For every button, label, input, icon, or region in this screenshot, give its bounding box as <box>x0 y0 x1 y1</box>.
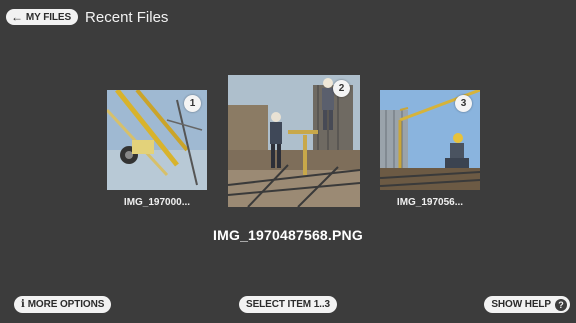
help-icon: ? <box>555 298 567 311</box>
more-options-button[interactable]: i MORE OPTIONS <box>14 296 112 313</box>
arrow-left-icon: ← <box>11 10 23 24</box>
thumbnail-3[interactable]: 3 <box>380 90 480 190</box>
item-number-badge: 2 <box>333 80 350 97</box>
thumbnail-2-selected[interactable]: 2 <box>228 75 360 207</box>
item-number-badge: 1 <box>184 95 201 112</box>
page-title: Recent Files <box>85 8 169 26</box>
select-item-label: SELECT ITEM 1..3 <box>246 299 330 310</box>
thumbnail-1[interactable]: 1 <box>107 90 207 190</box>
select-item-button[interactable]: SELECT ITEM 1..3 <box>239 296 337 313</box>
selected-filename: IMG_1970487568.PNG <box>213 227 363 243</box>
my-files-label: MY FILES <box>25 11 72 23</box>
show-help-button[interactable]: SHOW HELP ? <box>484 296 570 313</box>
item-number-badge: 3 <box>455 95 472 112</box>
thumbnail-1-caption: IMG_197000... <box>123 197 191 208</box>
header-bar: ← MY FILES Recent Files <box>6 7 168 27</box>
my-files-button[interactable]: ← MY FILES <box>6 9 79 25</box>
more-options-label: MORE OPTIONS <box>27 299 105 310</box>
thumbnail-3-caption: IMG_197056... <box>396 197 464 208</box>
show-help-label: SHOW HELP <box>491 299 551 310</box>
info-icon: i <box>21 299 25 310</box>
